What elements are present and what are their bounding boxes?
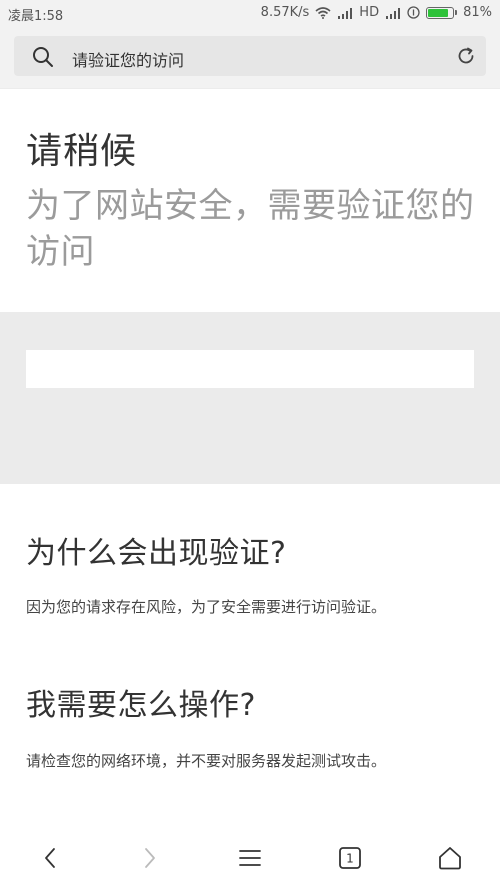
battery-icon — [426, 6, 458, 19]
battery-body — [426, 6, 455, 19]
status-bar: 凌晨1:58 8.57K/s HD 81% — [0, 0, 500, 26]
battery-tip — [455, 10, 458, 15]
address-field[interactable]: 请验证您的访问 — [14, 36, 486, 76]
reload-icon[interactable] — [456, 46, 476, 70]
verification-area — [0, 312, 500, 484]
hero-subtitle: 为了网站安全，需要验证您的访问 — [26, 186, 475, 272]
signal-icon-2 — [385, 7, 401, 19]
signal-icon — [337, 7, 353, 19]
how-body: 请检查您的网络环境，并不要对服务器发起测试攻击。 — [26, 752, 387, 770]
network-speed: 8.57K/s — [260, 5, 310, 20]
back-icon[interactable] — [36, 844, 64, 872]
bottom-navigation: 1 — [0, 826, 500, 889]
hd-label: HD — [359, 5, 380, 20]
tabs-icon: 1 — [339, 847, 361, 869]
status-indicators: 8.57K/s HD 81% — [261, 5, 492, 20]
address-bar: 请验证您的访问 — [0, 26, 500, 88]
menu-icon[interactable] — [236, 844, 264, 872]
how-heading: 我需要怎么操作? — [26, 688, 256, 723]
address-page-title: 请验证您的访问 — [72, 51, 185, 70]
search-icon — [32, 46, 54, 72]
verification-widget[interactable] — [26, 350, 474, 388]
wifi-icon — [315, 6, 331, 19]
tabs-button[interactable]: 1 — [336, 844, 364, 872]
battery-percent: 81% — [463, 5, 492, 20]
home-icon[interactable] — [436, 844, 464, 872]
hero-section: 请稍候 为了网站安全，需要验证您的访问 — [0, 88, 500, 313]
battery-fill — [428, 8, 448, 17]
tab-count: 1 — [346, 852, 354, 866]
why-body: 因为您的请求存在风险，为了安全需要进行访问验证。 — [26, 598, 387, 616]
why-heading: 为什么会出现验证? — [26, 536, 287, 571]
status-time: 凌晨1:58 — [8, 9, 64, 24]
forward-icon[interactable] — [136, 844, 164, 872]
browser-screen: 凌晨1:58 8.57K/s HD 81% 请验证您的访问 请稍候 为了网站安全… — [0, 0, 500, 889]
vibrate-icon — [407, 6, 420, 19]
hero-title: 请稍候 — [26, 131, 138, 172]
